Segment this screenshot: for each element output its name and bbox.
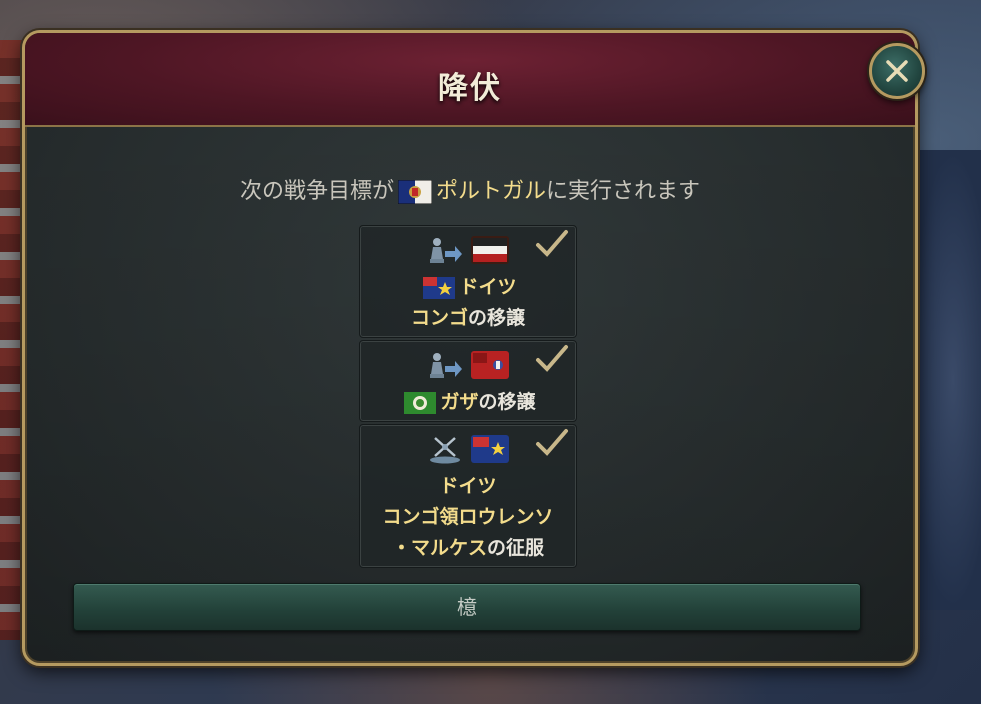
goal-line: ガザの移譲 <box>360 387 576 418</box>
map-background-right <box>911 150 981 610</box>
portugal-flag-icon <box>397 180 432 204</box>
summary-prefix: 次の戦争目標が <box>239 179 394 204</box>
goal-action-text: の移譲 <box>468 307 526 329</box>
goal-country-text: ドイツ <box>439 475 497 497</box>
dialog-title: 降伏 <box>438 71 502 106</box>
goal-line: コンゴの移譲 <box>360 303 576 334</box>
close-icon <box>886 60 908 82</box>
checkmark-icon <box>536 230 568 257</box>
war-goal-item[interactable]: ドイツ コンゴの移譲 <box>359 225 577 338</box>
goal-region-text: コンゴ領ロウレンソ <box>382 506 554 528</box>
gaza-flag-icon <box>404 391 437 414</box>
confirm-button[interactable]: 檍 <box>73 583 861 631</box>
pawn-transfer-icon <box>430 353 462 378</box>
close-button[interactable] <box>869 43 925 99</box>
checkmark-icon <box>536 429 568 456</box>
german-congo-flag <box>471 435 509 463</box>
goal-line: コンゴ領ロウレンソ <box>360 502 576 533</box>
goal-line: ドイツ <box>360 272 576 303</box>
war-goals-summary: 次の戦争目標が ポルトガルに実行されます <box>25 173 915 205</box>
goal-line: ・マルケスの征服 <box>360 533 576 564</box>
goal-region-text: ガザ <box>440 391 479 413</box>
checkmark-icon <box>536 345 568 372</box>
surrender-dialog: 降伏 次の戦争目標が ポルトガルに実行されます ドイツ コンゴの移譲 ガザの移譲… <box>22 30 925 666</box>
summary-suffix: に実行されます <box>546 179 701 204</box>
goal-action-text: の征服 <box>487 537 545 559</box>
goal-country-text: ドイツ <box>459 276 517 298</box>
goal-region-text: コンゴ <box>410 307 468 329</box>
goal-line: ドイツ <box>360 471 576 502</box>
goal-region-text: ・マルケス <box>391 537 487 559</box>
dialog-header: 降伏 <box>25 33 915 127</box>
war-goal-item[interactable]: ガザの移譲 <box>359 340 577 422</box>
war-goal-item[interactable]: ドイツ コンゴ領ロウレンソ ・マルケスの征服 <box>359 424 577 568</box>
target-country-name[interactable]: ポルトガル <box>436 179 546 204</box>
goal-action-text: の移譲 <box>478 391 536 413</box>
pawn-transfer-icon <box>430 238 462 263</box>
german-congo-flag-icon <box>423 276 456 299</box>
red-ensign-flag <box>471 351 509 379</box>
german-empire-flag <box>471 236 509 264</box>
crossed-swords-icon <box>430 437 460 464</box>
